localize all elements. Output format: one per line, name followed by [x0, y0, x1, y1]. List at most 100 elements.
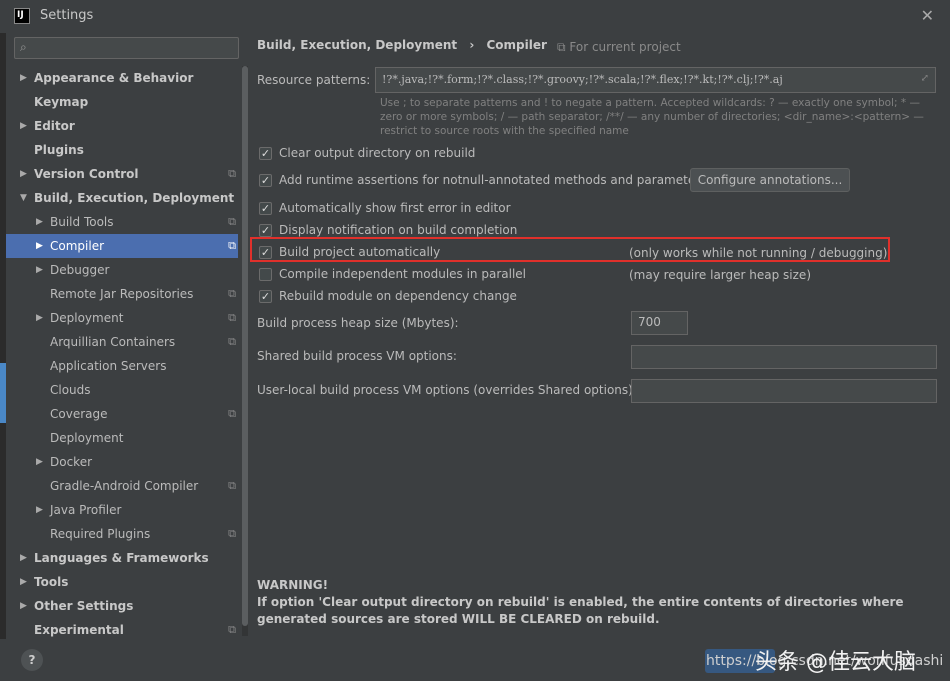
app-icon: IJ — [14, 8, 30, 24]
sidebar-item-label: Clouds — [50, 383, 91, 397]
option-note: (may require larger heap size) — [629, 268, 811, 282]
heap-size-input[interactable]: 700 — [631, 311, 688, 335]
resource-patterns-field[interactable]: !?*.java;!?*.form;!?*.class;!?*.groovy;!… — [375, 67, 936, 93]
user-vm-options-label: User-local build process VM options (ove… — [257, 383, 637, 397]
user-vm-options-input[interactable] — [631, 379, 937, 403]
breadcrumb-separator: › — [469, 38, 475, 52]
watermark-text: 头条 @佳云大脑 — [755, 650, 916, 675]
resource-patterns-hint: Use ; to separate patterns and ! to nega… — [380, 97, 924, 137]
breadcrumb-item[interactable]: Build, Execution, Deployment — [257, 38, 457, 52]
sidebar-item-label: Deployment — [50, 431, 124, 445]
search-icon: ⌕ — [20, 40, 27, 54]
sidebar-item[interactable]: ▶ Deployment ⧉ — [6, 306, 238, 330]
sidebar-item[interactable]: Required Plugins ⧉ — [6, 522, 238, 546]
sidebar-item[interactable]: ▶ Build Tools ⧉ — [6, 210, 238, 234]
option-checkbox[interactable]: ✓ — [259, 147, 272, 160]
search-input[interactable]: ⌕ — [14, 37, 239, 59]
chevron-right-icon[interactable]: ▶ — [20, 570, 27, 594]
sidebar-item-label: Java Profiler — [50, 503, 122, 517]
chevron-right-icon[interactable]: ▶ — [20, 66, 27, 90]
option-checkbox[interactable]: ✓ — [259, 174, 272, 187]
option-checkbox[interactable]: ✓ — [259, 224, 272, 237]
sidebar-item[interactable]: Keymap — [6, 90, 238, 114]
breadcrumb-item: Compiler — [486, 38, 547, 52]
for-project-text: For current project — [569, 40, 681, 54]
sidebar-item[interactable]: ▶ Version Control ⧉ — [6, 162, 238, 186]
option-label[interactable]: Add runtime assertions for notnull-annot… — [279, 170, 706, 190]
chevron-right-icon[interactable]: ▶ — [36, 306, 43, 330]
expand-icon[interactable]: ⤢ — [921, 73, 929, 84]
chevron-right-icon[interactable]: ▶ — [20, 594, 27, 618]
project-level-icon: ⧉ — [228, 527, 236, 540]
option-checkbox[interactable] — [259, 268, 272, 281]
chevron-down-icon[interactable]: ▼ — [20, 186, 27, 210]
option-checkbox[interactable]: ✓ — [259, 202, 272, 215]
project-level-icon: ⧉ — [228, 287, 236, 300]
title-bar: IJ Settings ✕ — [0, 0, 950, 33]
highlight-box — [250, 237, 890, 262]
chevron-right-icon[interactable]: ▶ — [20, 162, 27, 186]
resource-patterns-label: Resource patterns: — [257, 73, 371, 87]
sidebar-item[interactable]: Plugins — [6, 138, 238, 162]
chevron-right-icon[interactable]: ▶ — [36, 258, 43, 282]
configure-annotations-button[interactable]: Configure annotations... — [690, 168, 850, 192]
warning-title: WARNING! — [257, 578, 329, 592]
chevron-right-icon[interactable]: ▶ — [36, 210, 43, 234]
sidebar-item[interactable]: ▶ Other Settings — [6, 594, 238, 618]
sidebar-item-label: Tools — [34, 575, 69, 589]
shared-vm-options-label: Shared build process VM options: — [257, 349, 457, 363]
project-level-icon: ⧉ — [228, 311, 236, 324]
sidebar-item[interactable]: ▶ Docker — [6, 450, 238, 474]
sidebar-item-label: Arquillian Containers — [50, 335, 176, 349]
for-current-project-label: ⧉ For current project — [557, 40, 681, 55]
project-level-icon: ⧉ — [228, 167, 236, 180]
sidebar-item-label: Languages & Frameworks — [34, 551, 209, 565]
sidebar-item-label: Editor — [34, 119, 75, 133]
compiler-settings-panel: Build, Execution, Deployment › Compiler … — [247, 33, 950, 639]
sidebar-item[interactable]: Gradle-Android Compiler ⧉ — [6, 474, 238, 498]
sidebar-item[interactable]: Remote Jar Repositories ⧉ — [6, 282, 238, 306]
sidebar-item[interactable]: ▼ Build, Execution, Deployment — [6, 186, 238, 210]
resource-patterns-value: !?*.java;!?*.form;!?*.class;!?*.groovy;!… — [382, 73, 783, 86]
help-button[interactable]: ? — [21, 649, 43, 671]
project-level-icon: ⧉ — [228, 215, 236, 228]
option-label[interactable]: Automatically show first error in editor — [279, 198, 511, 218]
chevron-right-icon[interactable]: ▶ — [36, 234, 43, 258]
sidebar-item[interactable]: Deployment — [6, 426, 238, 450]
breadcrumb: Build, Execution, Deployment › Compiler — [257, 38, 555, 52]
sidebar-item-label: Plugins — [34, 143, 84, 157]
project-level-icon: ⧉ — [228, 335, 236, 348]
option-label[interactable]: Rebuild module on dependency change — [279, 286, 517, 306]
sidebar-item[interactable]: Application Servers — [6, 354, 238, 378]
chevron-right-icon[interactable]: ▶ — [36, 450, 43, 474]
sidebar-item[interactable]: ▶ Editor — [6, 114, 238, 138]
sidebar-item-label: Gradle-Android Compiler — [50, 479, 199, 493]
sidebar-item[interactable]: ▶ Appearance & Behavior — [6, 66, 238, 90]
sidebar-item-label: Build, Execution, Deployment — [34, 191, 235, 205]
warning-text: If option 'Clear output directory on reb… — [257, 595, 904, 626]
option-label[interactable]: Clear output directory on rebuild — [279, 143, 475, 163]
chevron-right-icon[interactable]: ▶ — [20, 114, 27, 138]
sidebar-item[interactable]: Clouds — [6, 378, 238, 402]
rebuild-warning: WARNING! If option 'Clear output directo… — [257, 577, 947, 628]
sidebar-item[interactable]: ▶ Java Profiler — [6, 498, 238, 522]
heap-size-label: Build process heap size (Mbytes): — [257, 316, 459, 330]
shared-vm-options-input[interactable] — [631, 345, 937, 369]
option-label[interactable]: Compile independent modules in parallel — [279, 264, 526, 284]
chevron-right-icon[interactable]: ▶ — [20, 546, 27, 570]
option-checkbox[interactable]: ✓ — [259, 290, 272, 303]
sidebar-item-label: Version Control — [34, 167, 139, 181]
close-icon[interactable]: ✕ — [921, 6, 934, 25]
sidebar-item[interactable]: ▶ Languages & Frameworks — [6, 546, 238, 570]
sidebar-item[interactable]: ▶ Debugger — [6, 258, 238, 282]
sidebar-item[interactable]: ▶ Compiler ⧉ — [6, 234, 238, 258]
sidebar-item-label: Compiler — [50, 239, 105, 253]
settings-sidebar: ⌕ ▶ Appearance & Behavior Keymap ▶ Editor Plu… — [6, 33, 248, 642]
sidebar-item[interactable]: ▶ Tools — [6, 570, 238, 594]
chevron-right-icon[interactable]: ▶ — [36, 498, 43, 522]
sidebar-item[interactable]: Arquillian Containers ⧉ — [6, 330, 238, 354]
settings-tree: ▶ Appearance & Behavior Keymap ▶ Editor Plugi… — [6, 66, 238, 642]
sidebar-item-label: Remote Jar Repositories — [50, 287, 194, 301]
sidebar-item-label: Deployment — [50, 311, 124, 325]
sidebar-item[interactable]: Coverage ⧉ — [6, 402, 238, 426]
